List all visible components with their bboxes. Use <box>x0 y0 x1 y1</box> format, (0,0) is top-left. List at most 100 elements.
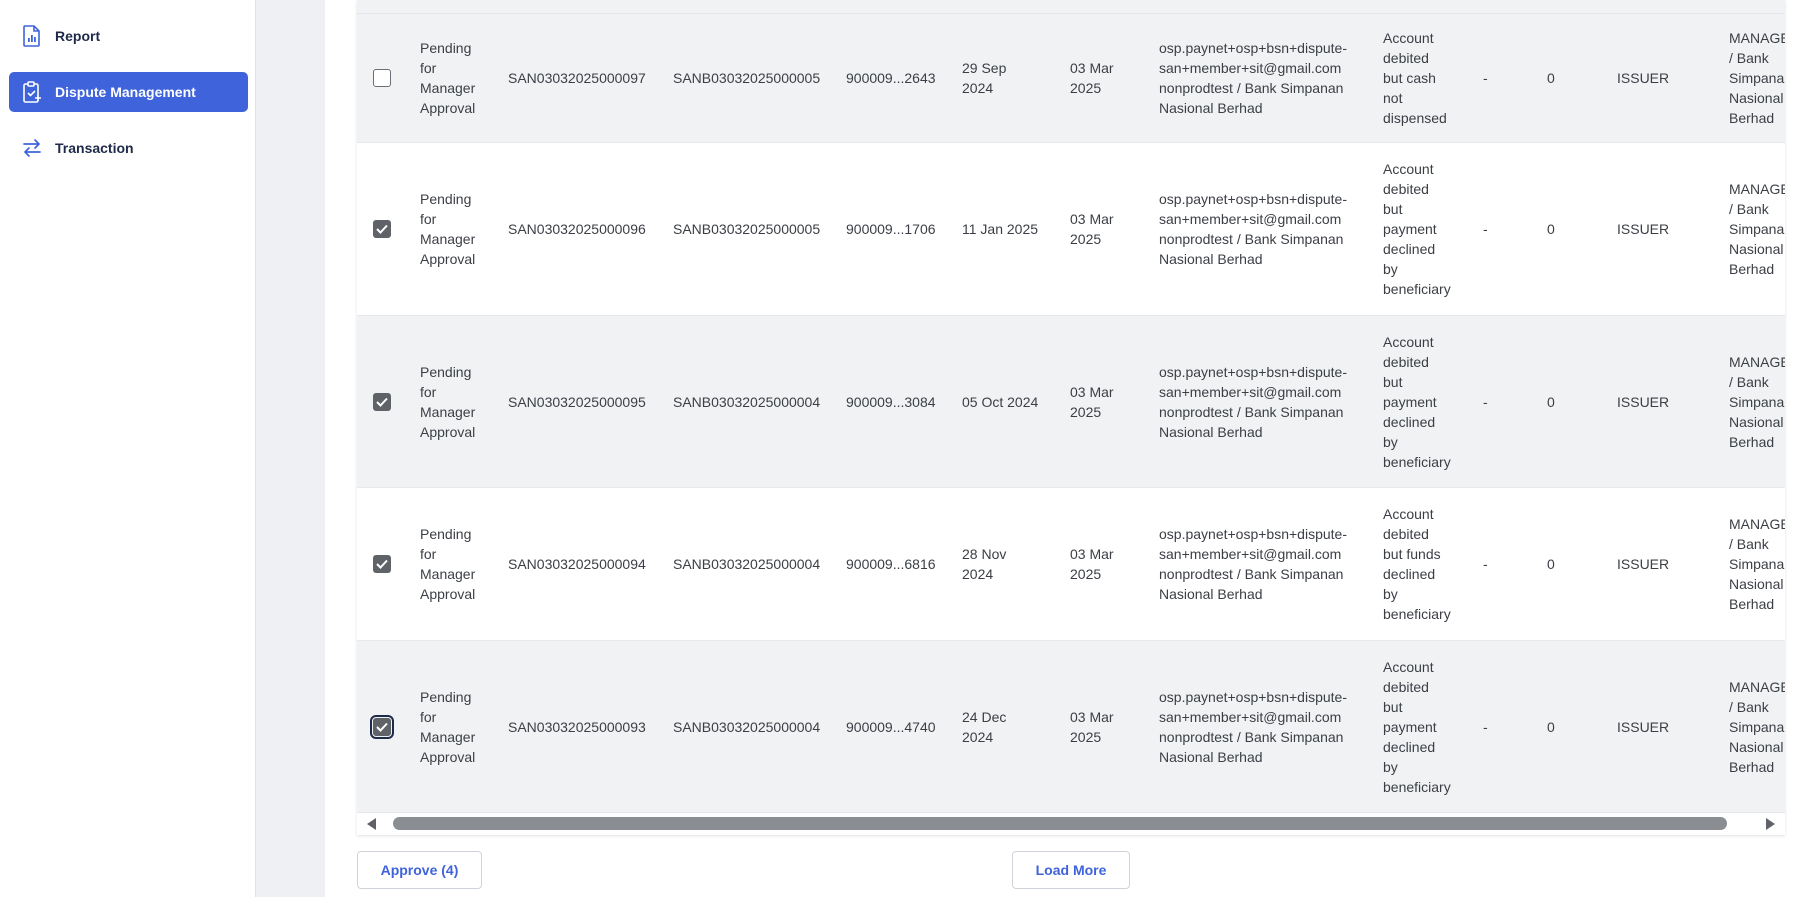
cell-col-dash: - <box>1483 316 1503 487</box>
cell-line: Simpanan <box>1729 718 1785 735</box>
cell-line: ISSUER <box>1617 393 1670 410</box>
cell-text: - <box>1483 554 1488 574</box>
cell-text: 29 Sep 2024 <box>962 58 1006 98</box>
cell-txn-date: 05 Oct 2024 <box>962 316 1062 487</box>
cell-line: Pending <box>420 363 472 380</box>
cell-line: Berhad <box>1729 596 1775 612</box>
sidebar-item-label: Report <box>55 28 101 44</box>
cell-txn-date: 11 Jan 2025 <box>962 143 1062 315</box>
cell-line: osp.paynet+osp+bsn+dispute- <box>1159 688 1347 705</box>
cell-line: 0 <box>1547 393 1555 410</box>
cell-line: 900009...2643 <box>846 70 936 86</box>
cell-text: 28 Nov 2024 <box>962 544 1006 584</box>
cell-created-date: 03 Mar 2025 <box>1070 143 1150 315</box>
cell-line: beneficiary <box>1383 606 1451 622</box>
cell-created-by: osp.paynet+osp+bsn+dispute-san+member+si… <box>1159 488 1364 640</box>
cell-line: / Bank <box>1729 536 1769 552</box>
scroll-right-icon[interactable] <box>1766 818 1775 830</box>
cell-account: 900009...3084 <box>846 316 946 487</box>
cell-created-date: 03 Mar 2025 <box>1070 14 1150 142</box>
cell-col-dash: - <box>1483 143 1503 315</box>
cell-line: for <box>420 383 437 400</box>
table-row[interactable]: Pending for Manager Approval SAN030320250000… <box>357 488 1785 641</box>
cell-line: 0 <box>1547 70 1555 86</box>
cell-status: Pending for Manager Approval <box>420 14 492 142</box>
cell-line: by <box>1383 758 1398 775</box>
cell-created-by: osp.paynet+osp+bsn+dispute-san+member+si… <box>1159 143 1364 315</box>
cell-text: SANB03032025000005 <box>673 68 820 88</box>
approve-button[interactable]: Approve (4) <box>357 851 482 889</box>
cell-text: 03 Mar 2025 <box>1070 209 1114 249</box>
row-checkbox[interactable] <box>373 392 391 411</box>
cell-text: ISSUER <box>1617 554 1669 574</box>
cell-line: - <box>1483 221 1488 237</box>
cell-text: MANAGE / Bank Simpanan Nasional Berhad <box>1729 677 1785 777</box>
scrollbar-thumb[interactable] <box>393 817 1727 830</box>
cell-line: 2024 <box>962 728 994 745</box>
cell-line: SAN03032025000094 <box>508 556 646 572</box>
cell-line: for <box>420 708 437 725</box>
cell-line: Nasional Berhad <box>1159 586 1263 602</box>
table-row[interactable]: Pending for Manager Approval SAN030320250000… <box>357 143 1785 316</box>
cell-line: 2024 <box>962 566 994 582</box>
cell-line: Simpanan <box>1729 221 1785 237</box>
cell-line: Account <box>1383 333 1434 350</box>
cell-line: payment <box>1383 393 1437 410</box>
cell-text: osp.paynet+osp+bsn+dispute-san+member+si… <box>1159 38 1347 118</box>
cell-line: but <box>1383 201 1403 217</box>
cell-text: SANB03032025000004 <box>673 392 820 412</box>
cell-line: Account <box>1383 658 1434 675</box>
cell-line: dispensed <box>1383 110 1447 126</box>
cell-text: SAN03032025000095 <box>508 392 646 412</box>
cell-line: beneficiary <box>1383 453 1451 470</box>
sidebar-item-report[interactable]: Report <box>9 16 248 56</box>
cell-text: SAN03032025000093 <box>508 717 646 737</box>
cell-line: 05 Oct 2024 <box>962 393 1039 410</box>
cell-reason: Account debited but funds declined by benefic… <box>1383 488 1468 640</box>
cell-created-by: osp.paynet+osp+bsn+dispute-san+member+si… <box>1159 316 1364 487</box>
cell-reason: Account debited but payment declined by benefi… <box>1383 641 1468 812</box>
table-row[interactable]: Pending for Manager Approval SAN030320250000… <box>357 641 1785 813</box>
cell-line: Approval <box>420 100 476 116</box>
cell-line: Nasional Berhad <box>1159 748 1263 765</box>
cell-role: ISSUER <box>1617 143 1687 315</box>
cell-line: but <box>1383 373 1403 390</box>
sidebar-item-transaction[interactable]: Transaction <box>9 128 248 168</box>
cell-col-zero: 0 <box>1547 641 1567 812</box>
cell-line: payment <box>1383 221 1437 237</box>
cell-line: Nasional Berhad <box>1159 423 1263 440</box>
cell-line: 29 Sep <box>962 60 1007 76</box>
cell-line: 0 <box>1547 718 1555 735</box>
cell-line: osp.paynet+osp+bsn+dispute- <box>1159 363 1347 380</box>
cell-account: 900009...1706 <box>846 143 946 315</box>
row-checkbox[interactable] <box>373 69 391 87</box>
table-row[interactable]: Pending for Manager Approval SAN030320250000… <box>357 14 1785 143</box>
sidebar-item-dispute-management[interactable]: Dispute Management <box>9 72 248 112</box>
cell-line: 2025 <box>1070 566 1102 582</box>
cell-text: 11 Jan 2025 <box>962 219 1038 239</box>
scroll-left-icon[interactable] <box>367 818 376 830</box>
row-checkbox[interactable] <box>373 555 391 573</box>
cell-text: MANAGE / Bank Simpanan Nasional Berhad <box>1729 352 1785 452</box>
cell-text: SANB03032025000004 <box>673 554 820 574</box>
cell-line: SANB03032025000004 <box>673 718 821 735</box>
cell-line: MANAGE <box>1729 353 1785 370</box>
cell-text: 03 Mar 2025 <box>1070 382 1114 422</box>
cell-line: for <box>420 60 437 76</box>
cell-text: - <box>1483 392 1488 412</box>
cell-col-zero: 0 <box>1547 143 1567 315</box>
table-row[interactable]: Pending for Manager Approval SAN030320250000… <box>357 316 1785 488</box>
cell-account: 900009...6816 <box>846 488 946 640</box>
cell-line: SANB03032025000004 <box>673 556 821 572</box>
cell-line: / Bank <box>1729 373 1769 390</box>
cell-text: 03 Mar 2025 <box>1070 707 1114 747</box>
cell-line: Nasional <box>1729 413 1784 430</box>
cell-line: san+member+sit@gmail.com <box>1159 708 1342 725</box>
cell-line: for <box>420 546 437 562</box>
cell-text: Account debited but payment declined by benefi… <box>1383 332 1451 472</box>
horizontal-scrollbar[interactable] <box>357 814 1785 834</box>
row-checkbox[interactable] <box>373 220 391 238</box>
load-more-button[interactable]: Load More <box>1012 851 1130 889</box>
cell-line: MANAGE <box>1729 181 1785 197</box>
row-checkbox[interactable] <box>370 714 394 739</box>
